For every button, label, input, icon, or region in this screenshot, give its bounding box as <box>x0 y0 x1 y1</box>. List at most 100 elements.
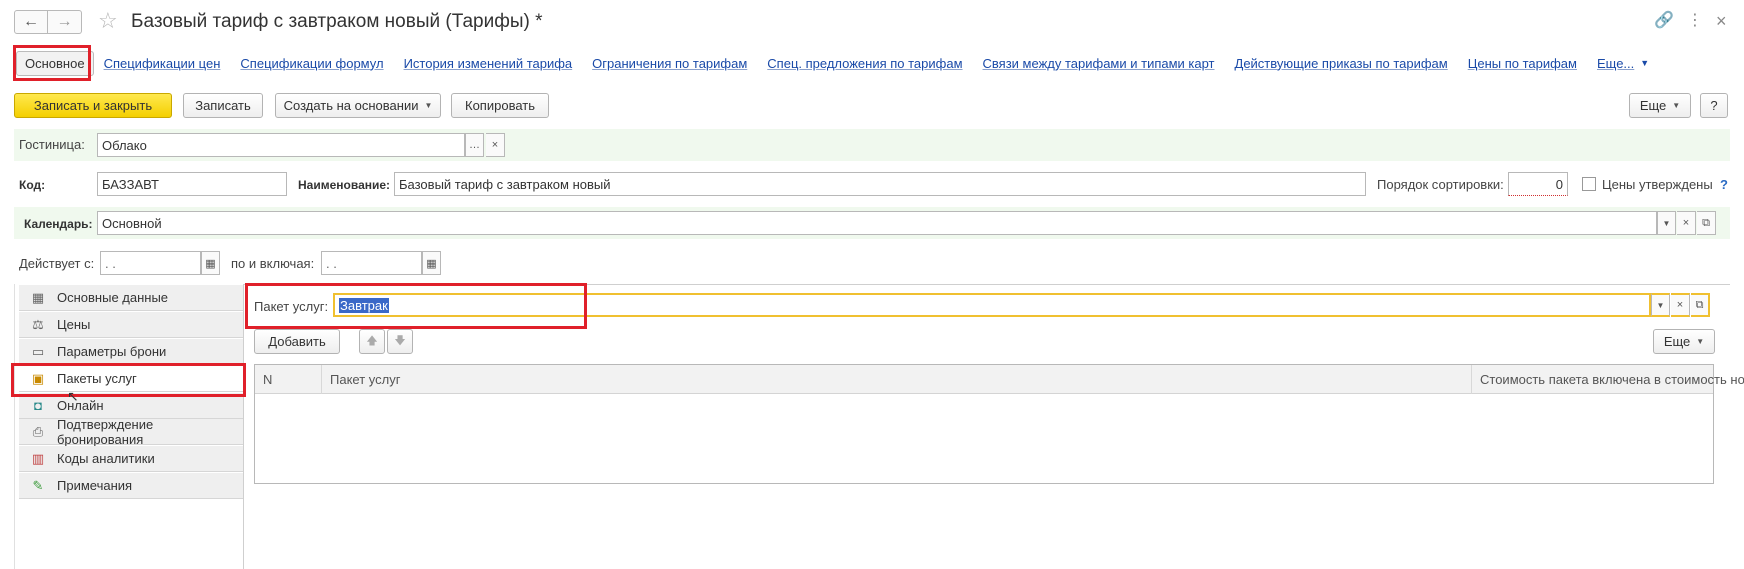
package-field[interactable]: Завтрак <box>333 293 1651 317</box>
tab-more[interactable]: Еще... <box>1597 56 1634 71</box>
table-icon: ▦ <box>31 289 45 305</box>
packages-table[interactable]: N Пакет услуг Стоимость пакета включена … <box>254 364 1744 484</box>
column-header-n[interactable]: N <box>255 365 322 394</box>
move-down-button[interactable]: 🡇 <box>387 329 413 354</box>
name-field[interactable]: Базовый тариф с завтраком новый <box>394 172 1366 196</box>
name-label: Наименование: <box>298 178 391 192</box>
add-package-button[interactable]: Добавить <box>254 329 340 354</box>
calendar-icon[interactable]: ▦ <box>422 251 441 275</box>
more-actions-label: Еще <box>1639 98 1667 113</box>
calendar-label: Календарь: <box>24 217 93 231</box>
create-based-on-button[interactable]: Создать на основании ▼ <box>275 93 441 118</box>
valid-to-field[interactable]: . . <box>321 251 422 275</box>
mouse-cursor-icon: ↖ <box>67 388 79 404</box>
chevron-down-icon[interactable]: ▼ <box>1640 58 1649 68</box>
hotel-field[interactable]: Облако <box>97 133 465 157</box>
packages-more-label: Еще <box>1663 334 1691 349</box>
code-field[interactable]: БАЗЗАВТ <box>97 172 287 196</box>
caret-down-icon: ▼ <box>1696 337 1705 346</box>
caret-down-icon: ▼ <box>424 101 433 110</box>
link-icon[interactable]: 🔗 <box>1654 9 1674 33</box>
section-online[interactable]: ◘ Онлайн <box>19 393 243 419</box>
arrow-up-icon: 🡅 <box>366 335 378 347</box>
tab-price-specs[interactable]: Спецификации цен <box>104 56 221 71</box>
package-clear-button[interactable]: × <box>1671 293 1690 317</box>
chart-icon: ▥ <box>31 450 45 466</box>
valid-to-label: по и включая: <box>231 256 315 271</box>
calendar-open-button[interactable]: ⧉ <box>1697 211 1716 235</box>
help-button[interactable]: ? <box>1700 93 1728 118</box>
hotel-select-button[interactable]: … <box>465 133 484 157</box>
left-border <box>14 284 15 569</box>
code-label: Код: <box>19 178 46 192</box>
page-title: Базовый тариф с завтраком новый (Тарифы)… <box>131 11 543 32</box>
more-menu-icon[interactable]: ⋮ <box>1687 9 1703 33</box>
tab-main[interactable]: Основное <box>16 50 94 76</box>
tab-tariff-restrictions[interactable]: Ограничения по тарифам <box>592 56 747 71</box>
section-prices[interactable]: ⚖ Цены <box>19 312 243 338</box>
package-label: Пакет услуг: <box>254 299 329 314</box>
column-header-package[interactable]: Пакет услуг <box>322 365 1472 394</box>
close-icon[interactable]: × <box>1716 9 1727 33</box>
tab-tariff-prices[interactable]: Цены по тарифам <box>1468 56 1577 71</box>
arrow-left-icon: ← <box>23 13 39 30</box>
column-header-included[interactable]: Стоимость пакета включена в стоимость но… <box>1472 365 1744 394</box>
section-booking-params[interactable]: ▭ Параметры брони <box>19 339 243 365</box>
section-label: Подтверждение бронирования <box>56 416 154 447</box>
pencil-icon: ✎ <box>32 477 44 493</box>
prices-approved-checkbox[interactable] <box>1582 177 1596 191</box>
section-label: Цены <box>57 317 91 332</box>
package-dropdown-button[interactable]: ▼ <box>1651 293 1670 317</box>
package-icon: ▣ <box>31 370 45 386</box>
section-label: Пакеты услуг <box>57 371 137 386</box>
copy-button[interactable]: Копировать <box>451 93 549 118</box>
section-label: Онлайн <box>57 398 104 413</box>
sort-order-field[interactable]: 0 <box>1508 172 1568 196</box>
packages-more-button[interactable]: Еще ▼ <box>1653 329 1715 354</box>
tab-active-orders[interactable]: Действующие приказы по тарифам <box>1235 56 1448 71</box>
printer-icon: ⎙ <box>32 423 44 439</box>
valid-from-field[interactable]: . . <box>100 251 201 275</box>
back-button[interactable]: ← <box>14 10 48 34</box>
sort-order-label: Порядок сортировки: <box>1377 177 1504 192</box>
calendar-icon[interactable]: ▦ <box>201 251 220 275</box>
table-header: N Пакет услуг Стоимость пакета включена … <box>255 365 1744 394</box>
help-question-icon[interactable]: ? <box>1720 177 1728 193</box>
package-open-button[interactable]: ⧉ <box>1691 293 1710 317</box>
calendar-dropdown-button[interactable]: ▼ <box>1657 211 1676 235</box>
create-based-on-label: Создать на основании <box>283 98 419 113</box>
package-value: Завтрак <box>339 297 389 313</box>
section-booking-confirmation[interactable]: ⎙ Подтверждение бронирования <box>19 416 243 447</box>
section-main-data[interactable]: ▦ Основные данные <box>19 285 243 311</box>
forward-button[interactable]: → <box>48 10 82 34</box>
section-label: Параметры брони <box>57 344 167 359</box>
save-button[interactable]: Записать <box>183 93 263 118</box>
section-label: Коды аналитики <box>57 451 155 466</box>
arrow-right-icon: → <box>56 13 73 30</box>
calendar-clear-button[interactable]: × <box>1677 211 1696 235</box>
caret-down-icon: ▼ <box>1672 101 1681 110</box>
tab-formula-specs[interactable]: Спецификации формул <box>240 56 383 71</box>
hotel-clear-button[interactable]: × <box>486 133 505 157</box>
tab-tariff-history[interactable]: История изменений тарифа <box>404 56 573 71</box>
valid-from-label: Действует с: <box>19 256 95 271</box>
form-tabs: Основное Спецификации цен Спецификации ф… <box>16 50 1649 76</box>
section-service-packages[interactable]: ▣ Пакеты услуг <box>19 366 243 392</box>
section-label: Примечания <box>57 478 133 493</box>
prices-approved-label: Цены утверждены <box>1602 177 1713 192</box>
section-label: Основные данные <box>57 290 169 305</box>
calendar-field[interactable]: Основной <box>97 211 1657 235</box>
arrow-down-icon: 🡇 <box>394 335 406 347</box>
section-notes[interactable]: ✎ Примечания <box>19 473 243 499</box>
favorite-star-icon[interactable]: ☆ <box>98 9 118 33</box>
online-icon: ◘ <box>34 398 42 413</box>
move-up-button[interactable]: 🡅 <box>359 329 385 354</box>
tab-tariff-card-links[interactable]: Связи между тарифами и типами карт <box>983 56 1215 71</box>
section-analytics-codes[interactable]: ▥ Коды аналитики <box>19 446 243 472</box>
save-and-close-button[interactable]: Записать и закрыть <box>14 93 172 118</box>
scales-icon: ⚖ <box>32 316 44 332</box>
tab-special-offers[interactable]: Спец. предложения по тарифам <box>767 56 962 71</box>
more-actions-button[interactable]: Еще ▼ <box>1629 93 1691 118</box>
hotel-label: Гостиница: <box>19 137 85 152</box>
document-icon: ▭ <box>31 343 45 359</box>
